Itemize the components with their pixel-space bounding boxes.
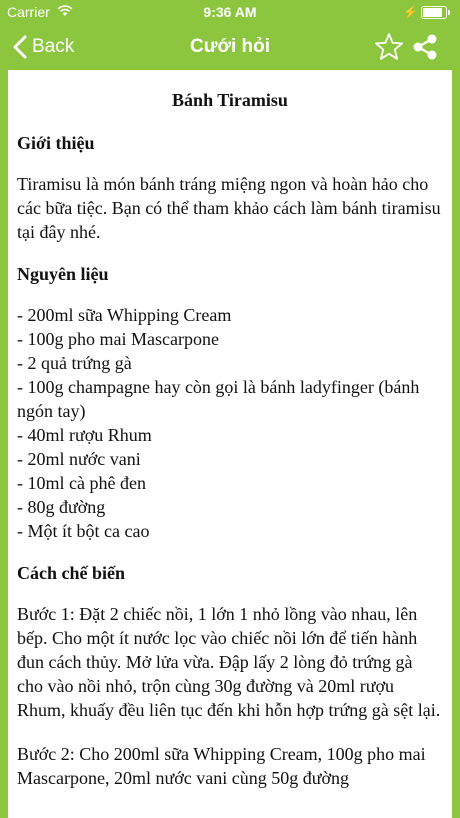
ingredient-item: - 200ml sữa Whipping Cream: [17, 305, 232, 325]
step-paragraph: Bước 2: Cho 200ml sữa Whipping Cream, 10…: [17, 744, 426, 788]
intro-heading: Giới thiệu: [17, 133, 95, 153]
article-content[interactable]: Bánh Tiramisu Giới thiệu Tiramisu là món…: [8, 70, 452, 818]
ingredient-item: - 20ml nước vani: [17, 449, 141, 469]
navigation-bar: Back Cưới hỏi: [0, 24, 460, 70]
ingredient-item: - 10ml cà phê đen: [17, 473, 146, 493]
ingredient-item: - Một ít bột ca cao: [17, 521, 150, 541]
ingredient-item: - 80g đường: [17, 497, 106, 517]
ingredient-item: - 2 quả trứng gà: [17, 353, 132, 373]
method-heading: Cách chế biến: [17, 563, 125, 583]
ingredient-item: - 100g pho mai Mascarpone: [17, 329, 219, 349]
ingredient-item: - 40ml rượu Rhum: [17, 425, 152, 445]
ingredient-item: - 100g champagne hay còn gọi là bánh lad…: [17, 377, 420, 421]
step-paragraph: Bước 1: Đặt 2 chiếc nồi, 1 lớn 1 nhỏ lồn…: [17, 604, 441, 720]
battery-icon: ⚡: [403, 5, 450, 19]
star-outline-icon[interactable]: [374, 32, 404, 62]
charging-icon: ⚡: [403, 5, 418, 19]
status-bar: Carrier 9:36 AM ⚡: [0, 0, 460, 24]
status-time: 9:36 AM: [203, 4, 257, 20]
article-title: Bánh Tiramisu: [172, 90, 288, 110]
ingredients-list: - 200ml sữa Whipping Cream - 100g pho ma…: [17, 303, 443, 543]
intro-paragraph: Tiramisu là món bánh tráng miệng ngon và…: [17, 174, 441, 242]
share-icon[interactable]: [411, 33, 439, 61]
ingredients-heading: Nguyên liệu: [17, 264, 109, 284]
